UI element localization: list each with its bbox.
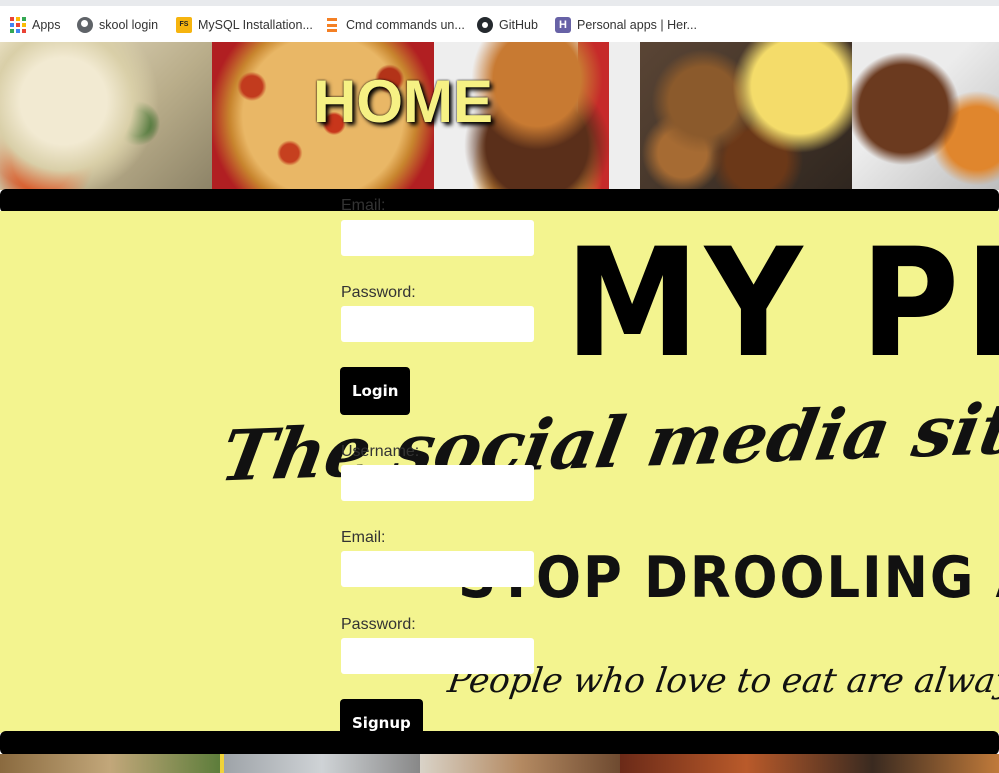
login-password-field[interactable] [341,306,534,342]
login-button[interactable]: Login [340,367,411,415]
login-password-label: Password: [341,284,416,301]
auth-forms: Email: Password: Login Username: Email: … [0,0,999,773]
login-email-field[interactable] [341,220,534,256]
signup-password-label: Password: [341,616,416,633]
signup-email-label: Email: [341,529,386,546]
signup-username-field[interactable] [341,465,534,501]
signup-email-field[interactable] [341,551,534,587]
signup-username-label: Username: [341,443,420,460]
login-email-label: Email: [341,197,386,214]
signup-button[interactable]: Signup [340,699,423,747]
signup-password-field[interactable] [341,638,534,674]
footer-photo [0,754,220,773]
food-photo-footer [0,754,999,773]
footer-photo [620,754,999,773]
footer-photo [420,754,620,773]
footer-photo [224,754,420,773]
